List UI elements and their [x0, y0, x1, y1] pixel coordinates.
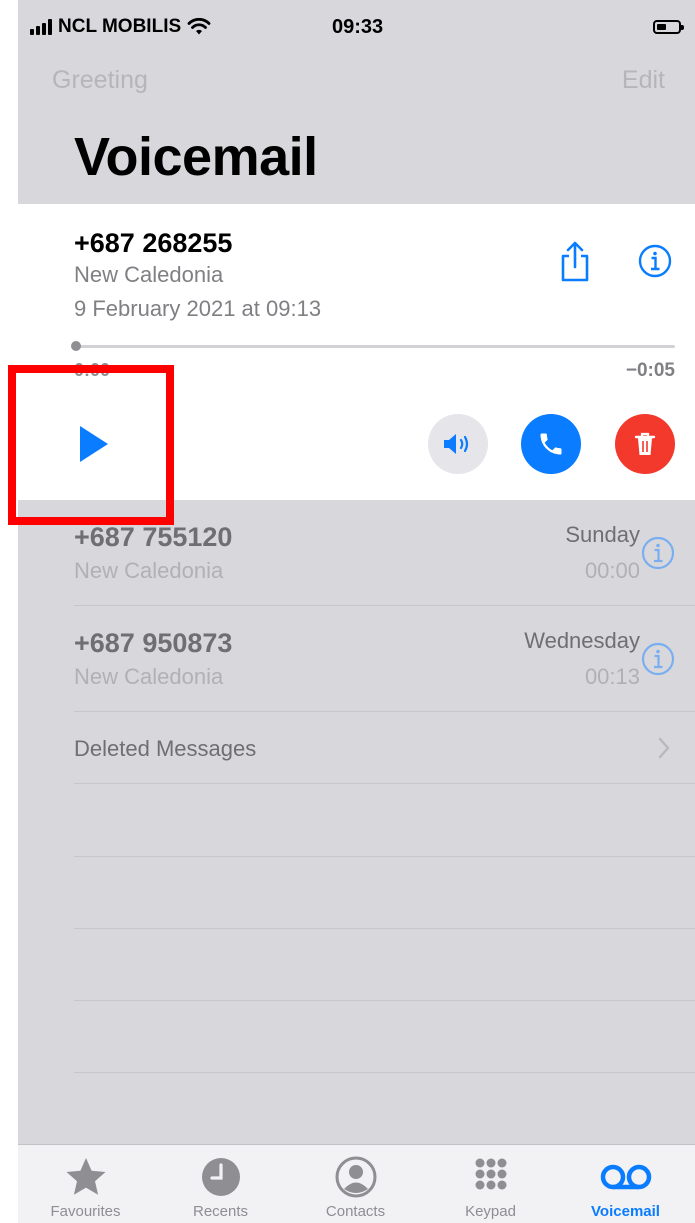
phone-icon [540, 433, 562, 455]
tab-contacts[interactable]: Contacts [288, 1145, 423, 1223]
edit-button[interactable]: Edit [622, 66, 665, 95]
greeting-button[interactable]: Greeting [52, 66, 148, 95]
list-divider [74, 928, 695, 929]
playback-scrubber[interactable] [76, 345, 675, 348]
info-icon[interactable] [641, 642, 675, 676]
carrier-name: NCL MOBILIS [58, 16, 182, 37]
phone-screen: NCL MOBILIS 09:33 Greeting Edit Voicemai… [18, 0, 695, 1223]
tab-keypad[interactable]: Keypad [423, 1145, 558, 1223]
tab-favourites[interactable]: Favourites [18, 1145, 153, 1223]
row-day: Wednesday [524, 628, 640, 653]
list-divider [74, 856, 695, 857]
annotation-highlight-box [8, 365, 174, 525]
call-back-button[interactable] [521, 414, 581, 474]
page-title: Voicemail [74, 127, 318, 187]
chevron-right-icon [658, 737, 670, 759]
info-icon[interactable] [641, 536, 675, 570]
delete-button[interactable] [615, 414, 675, 474]
trash-icon [634, 432, 656, 455]
signal-icon [30, 19, 52, 35]
speaker-button[interactable] [428, 414, 488, 474]
list-divider [74, 1000, 695, 1001]
battery-icon [653, 20, 684, 34]
clock-time: 09:33 [332, 16, 384, 38]
person-circle-icon [335, 1156, 376, 1198]
caller-location: New Caledonia [74, 262, 224, 287]
clock-icon [201, 1158, 240, 1196]
remaining-time: −0:05 [625, 360, 675, 381]
row-location: New Caledonia [74, 558, 224, 583]
info-icon[interactable] [638, 244, 672, 278]
voicemail-icon [600, 1164, 651, 1190]
voicemail-datetime: 9 February 2021 at 09:13 [74, 296, 322, 321]
status-bar: NCL MOBILIS 09:33 [18, 0, 695, 60]
tab-bar: Favourites Recents Contacts Keypad Voice… [18, 1144, 695, 1223]
row-number: +687 950873 [74, 628, 233, 658]
voicemail-row[interactable]: +687 950873 New Caledonia Wednesday 00:1… [74, 606, 695, 712]
deleted-messages-label: Deleted Messages [74, 736, 257, 761]
row-time: 00:13 [584, 664, 640, 689]
speaker-icon [444, 434, 469, 454]
tab-recents[interactable]: Recents [153, 1145, 288, 1223]
share-icon[interactable] [558, 240, 592, 284]
caller-number: +687 268255 [74, 228, 233, 258]
star-icon [66, 1158, 105, 1195]
list-divider [74, 1072, 695, 1073]
row-number: +687 755120 [74, 522, 233, 552]
tab-voicemail[interactable]: Voicemail [558, 1145, 693, 1223]
scrubber-knob[interactable] [71, 341, 81, 351]
deleted-messages-row[interactable]: Deleted Messages [74, 712, 695, 784]
row-location: New Caledonia [74, 664, 224, 689]
keypad-icon [475, 1158, 506, 1190]
wifi-icon [187, 18, 211, 35]
row-day: Sunday [565, 522, 640, 547]
row-time: 00:00 [584, 558, 640, 583]
